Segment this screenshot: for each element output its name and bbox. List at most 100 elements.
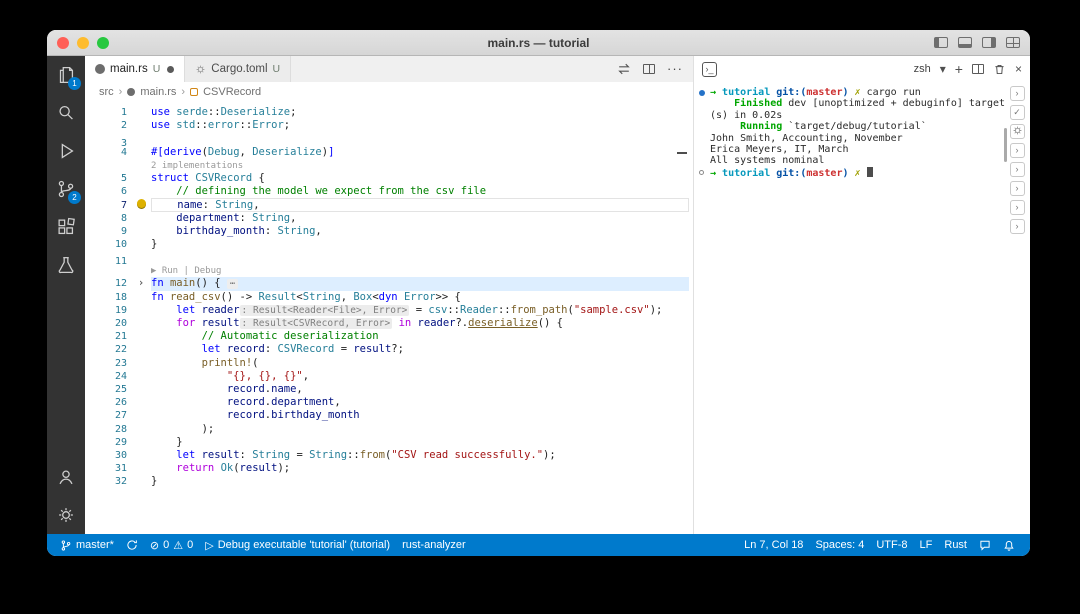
- codelens-row[interactable]: ▶ Run | Debug: [85, 264, 693, 277]
- title-bar[interactable]: main.rs — tutorial: [47, 30, 1030, 56]
- split-editor-icon[interactable]: [643, 64, 655, 74]
- code-line[interactable]: 25 record.name,: [85, 383, 693, 396]
- toggle-secondary-sidebar-icon[interactable]: [982, 37, 996, 48]
- sidebar-item-search[interactable]: [47, 94, 85, 132]
- terminal-line[interactable]: John Smith, Accounting, November: [710, 133, 1002, 144]
- branch-indicator[interactable]: master*: [55, 534, 119, 556]
- code-line[interactable]: 10}: [85, 238, 693, 251]
- minimize-window-button[interactable]: [77, 37, 89, 49]
- more-actions-icon[interactable]: ···: [667, 62, 683, 75]
- terminal-scrollbar[interactable]: [1004, 128, 1007, 162]
- customize-layout-icon[interactable]: [1006, 37, 1020, 48]
- code-line[interactable]: 5 struct CSVRecord {: [85, 172, 693, 185]
- rust-analyzer-status[interactable]: rust-analyzer: [397, 534, 471, 556]
- chevron-right-icon[interactable]: ›: [1009, 162, 1025, 177]
- code-line[interactable]: 4 #[derive(Debug, Deserialize)]: [85, 146, 693, 159]
- code-line[interactable]: 8 department: String,: [85, 212, 693, 225]
- breadcrumb-item-src[interactable]: src: [99, 86, 114, 98]
- terminal-output[interactable]: → tutorial git:(master) ✗ cargo run Fini…: [694, 82, 1030, 534]
- code-line[interactable]: 1 use serde::Deserialize;: [85, 106, 693, 119]
- code-line[interactable]: 24 "{}, {}, {}",: [85, 370, 693, 383]
- gear-icon[interactable]: [1009, 124, 1025, 139]
- breadcrumb-item-file[interactable]: main.rs: [140, 86, 176, 98]
- code-line[interactable]: 3: [85, 132, 693, 149]
- kill-terminal-icon[interactable]: [993, 63, 1006, 76]
- code-line[interactable]: 11: [85, 251, 693, 267]
- code-line[interactable]: 31 return Ok(result);: [85, 462, 693, 475]
- close-panel-icon[interactable]: ×: [1015, 62, 1022, 76]
- debug-target-button[interactable]: ▷ Debug executable 'tutorial' (tutorial): [200, 534, 395, 556]
- open-changes-icon[interactable]: [617, 62, 631, 76]
- sidebar-item-source-control[interactable]: 2: [47, 170, 85, 208]
- chevron-right-icon[interactable]: ›: [1009, 143, 1025, 158]
- editor-code[interactable]: 1 use serde::Deserialize; 2 use std::error:…: [85, 102, 693, 534]
- code-line[interactable]: 22 let record: CSVRecord = result?;: [85, 343, 693, 356]
- code-line[interactable]: 2 use std::error::Error;: [85, 119, 693, 132]
- terminal-shell-label[interactable]: zsh: [914, 63, 931, 75]
- sidebar-item-testing[interactable]: [47, 246, 85, 284]
- codelens-row[interactable]: 2 implementations: [85, 159, 693, 172]
- split-terminal-icon[interactable]: [971, 64, 984, 74]
- new-terminal-icon[interactable]: +: [955, 61, 963, 77]
- close-window-button[interactable]: [57, 37, 69, 49]
- lightbulb-icon[interactable]: [136, 199, 146, 209]
- terminal-profile-chevron-icon[interactable]: ▾: [940, 62, 946, 76]
- indentation-setting[interactable]: Spaces: 4: [810, 534, 869, 556]
- terminal-line[interactable]: Erica Meyers, IT, March: [710, 144, 1002, 155]
- code-line[interactable]: 23 println!(: [85, 357, 693, 370]
- terminal-panel-icon[interactable]: ›_: [702, 61, 717, 77]
- code-line[interactable]: 6 // defining the model we expect from t…: [85, 185, 693, 198]
- terminal-line[interactable]: All systems nominal: [710, 155, 1002, 166]
- code-line[interactable]: 12 › fn main() { ⋯: [85, 277, 693, 291]
- terminal-line[interactable]: (s) in 0.02s: [710, 110, 1002, 121]
- code-line[interactable]: 26 record.department,: [85, 396, 693, 409]
- eol-setting[interactable]: LF: [915, 534, 938, 556]
- language-mode[interactable]: Rust: [939, 534, 972, 556]
- chevron-right-icon[interactable]: ›: [1009, 181, 1025, 196]
- code-line[interactable]: 9 birthday_month: String,: [85, 225, 693, 238]
- command-decoration-dot[interactable]: [699, 90, 705, 96]
- chevron-right-icon[interactable]: ›: [1009, 200, 1025, 215]
- sidebar-item-extensions[interactable]: [47, 208, 85, 246]
- extensions-icon: [58, 217, 75, 235]
- sidebar-item-run-debug[interactable]: [47, 132, 85, 170]
- zoom-window-button[interactable]: [97, 37, 109, 49]
- check-icon[interactable]: ✓: [1009, 105, 1025, 120]
- chevron-right-icon[interactable]: ›: [1009, 219, 1025, 234]
- breadcrumb-item-symbol[interactable]: CSVRecord: [203, 86, 261, 98]
- toggle-primary-sidebar-icon[interactable]: [934, 37, 948, 48]
- encoding-setting[interactable]: UTF-8: [871, 534, 912, 556]
- cursor-position[interactable]: Ln 7, Col 18: [739, 534, 808, 556]
- code-line[interactable]: 21 // Automatic deserialization: [85, 330, 693, 343]
- account-button[interactable]: [47, 458, 85, 496]
- sidebar-item-explorer[interactable]: 1: [47, 56, 85, 94]
- terminal-line[interactable]: → tutorial git:(master) ✗ cargo run: [699, 87, 1002, 98]
- terminal-line[interactable]: → tutorial git:(master) ✗: [699, 166, 1002, 179]
- code-line[interactable]: 27 record.birthday_month: [85, 409, 693, 422]
- tab-main-rs[interactable]: main.rs U: [85, 56, 186, 82]
- code-line[interactable]: 19 let reader: Result<Reader<File>, Erro…: [85, 304, 693, 317]
- line-number: 9: [120, 225, 127, 237]
- code-line[interactable]: 7 name: String,: [85, 198, 693, 212]
- command-decoration-dot[interactable]: [699, 169, 704, 175]
- code-line[interactable]: 32}: [85, 475, 693, 488]
- problems-indicator[interactable]: ⊘ 0 ⚠ 0: [145, 534, 198, 556]
- rust-file-icon: [127, 88, 136, 96]
- code-line[interactable]: 20 for result: Result<CSVRecord, Error> …: [85, 317, 693, 330]
- code-line[interactable]: 18 fn read_csv() -> Result<String, Box<dy…: [85, 291, 693, 304]
- chevron-right-icon[interactable]: ›: [1009, 86, 1025, 101]
- code-line[interactable]: 29 }: [85, 436, 693, 449]
- code-line[interactable]: 28 );: [85, 423, 693, 436]
- sync-button[interactable]: [121, 534, 143, 556]
- toggle-panel-icon[interactable]: [958, 37, 972, 48]
- settings-button[interactable]: [47, 496, 85, 534]
- feedback-button[interactable]: [974, 534, 996, 556]
- tab-cargo-toml[interactable]: Cargo.toml U: [185, 56, 292, 82]
- vscode-window: main.rs — tutorial 1 2 main.rs U Cargo.t…: [47, 30, 1030, 556]
- code-line[interactable]: 30 let result: String = String::from("CS…: [85, 449, 693, 462]
- terminal-line[interactable]: Running `target/debug/tutorial`: [710, 121, 1002, 132]
- notifications-button[interactable]: [998, 534, 1020, 556]
- terminal-line[interactable]: Finished dev [unoptimized + debuginfo] t…: [710, 98, 1005, 109]
- unsaved-changes-dot[interactable]: [167, 65, 175, 73]
- fold-chevron-icon[interactable]: ›: [131, 277, 151, 290]
